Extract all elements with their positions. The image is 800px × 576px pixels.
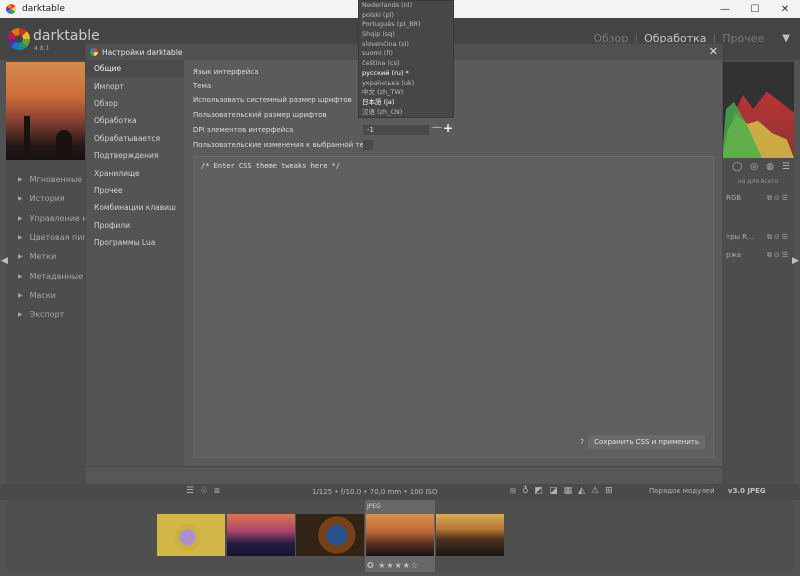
language-option[interactable]: 中文 (zh_TW) bbox=[362, 88, 450, 98]
setting-theme-tweaks-label: Пользовательские изменения к выбранной т… bbox=[193, 141, 374, 149]
language-option[interactable]: 日本語 (ja) bbox=[362, 98, 450, 108]
css-save-group: ? Сохранить CSS и применить bbox=[576, 435, 705, 449]
language-option-selected[interactable]: русский (ru) * bbox=[362, 69, 450, 79]
nav-misc[interactable]: Прочее bbox=[86, 182, 184, 199]
language-option[interactable]: čeština (cs) bbox=[362, 59, 450, 69]
language-option[interactable]: Português (pt_BR) bbox=[362, 20, 450, 30]
nav-security[interactable]: Подтверждения bbox=[86, 147, 184, 164]
css-editor[interactable]: /* Enter CSS theme tweaks here */ ? Сохр… bbox=[194, 156, 714, 458]
app-icon bbox=[6, 4, 16, 14]
maximize-button[interactable]: ☐ bbox=[740, 0, 770, 18]
dpi-increase-button[interactable]: + bbox=[443, 121, 453, 135]
language-option[interactable]: slovenčina (sl) bbox=[362, 40, 450, 50]
dpi-input[interactable]: -1 bbox=[363, 125, 429, 135]
nav-processing[interactable]: Обрабатывается bbox=[86, 130, 184, 147]
nav-presets[interactable]: Профили bbox=[86, 217, 184, 234]
dialog-title: Настройки darktable bbox=[102, 47, 183, 57]
nav-shortcuts[interactable]: Комбинации клавиш bbox=[86, 199, 184, 216]
help-icon[interactable]: ? bbox=[576, 435, 589, 449]
css-editor-text[interactable]: /* Enter CSS theme tweaks here */ bbox=[201, 162, 340, 170]
language-option[interactable]: suomi (fi) bbox=[362, 49, 450, 59]
setting-system-font-label: Использовать системный размер шрифтов bbox=[193, 96, 352, 104]
nav-darkroom[interactable]: Обработка bbox=[86, 112, 184, 129]
setting-language-label: Язык интерфейса bbox=[193, 68, 259, 76]
language-option[interactable]: Shqip (sq) bbox=[362, 30, 450, 40]
nav-general[interactable]: Общие bbox=[86, 60, 184, 78]
preferences-nav: Общие Импорт Обзор Обработка Обрабатывае… bbox=[86, 60, 184, 466]
close-window-button[interactable]: ✕ bbox=[770, 0, 800, 18]
preferences-body: Язык интерфейса Тема Использовать систем… bbox=[184, 60, 722, 466]
theme-tweaks-checkbox[interactable] bbox=[363, 140, 373, 150]
darktable-icon bbox=[90, 48, 98, 56]
nav-storage[interactable]: Хранилище bbox=[86, 164, 184, 181]
nav-lua[interactable]: Программы Lua bbox=[86, 234, 184, 251]
window-title: darktable bbox=[22, 4, 65, 14]
setting-theme-label: Тема bbox=[193, 82, 212, 90]
language-option[interactable]: polski (pl) bbox=[362, 11, 450, 21]
setting-dpi-label: DPI элементов интерфейса bbox=[193, 126, 294, 134]
nav-lighttable[interactable]: Обзор bbox=[86, 95, 184, 112]
save-css-button[interactable]: Сохранить CSS и применить bbox=[588, 438, 705, 446]
setting-custom-font-label: Пользовательский размер шрифтов bbox=[193, 111, 327, 119]
language-option[interactable]: українська (uk) bbox=[362, 79, 450, 89]
dpi-decrease-button[interactable]: — bbox=[432, 122, 442, 133]
dialog-close-button[interactable]: ✕ bbox=[709, 45, 718, 58]
language-option[interactable]: Nederlands (nl) bbox=[362, 1, 450, 11]
nav-import[interactable]: Импорт bbox=[86, 77, 184, 94]
language-option[interactable]: 汉语 (zh_CN) bbox=[362, 108, 450, 118]
window-controls: — ☐ ✕ bbox=[710, 0, 800, 18]
language-dropdown-list[interactable]: Nederlands (nl) polski (pl) Português (p… bbox=[358, 0, 454, 118]
minimize-button[interactable]: — bbox=[710, 0, 740, 18]
